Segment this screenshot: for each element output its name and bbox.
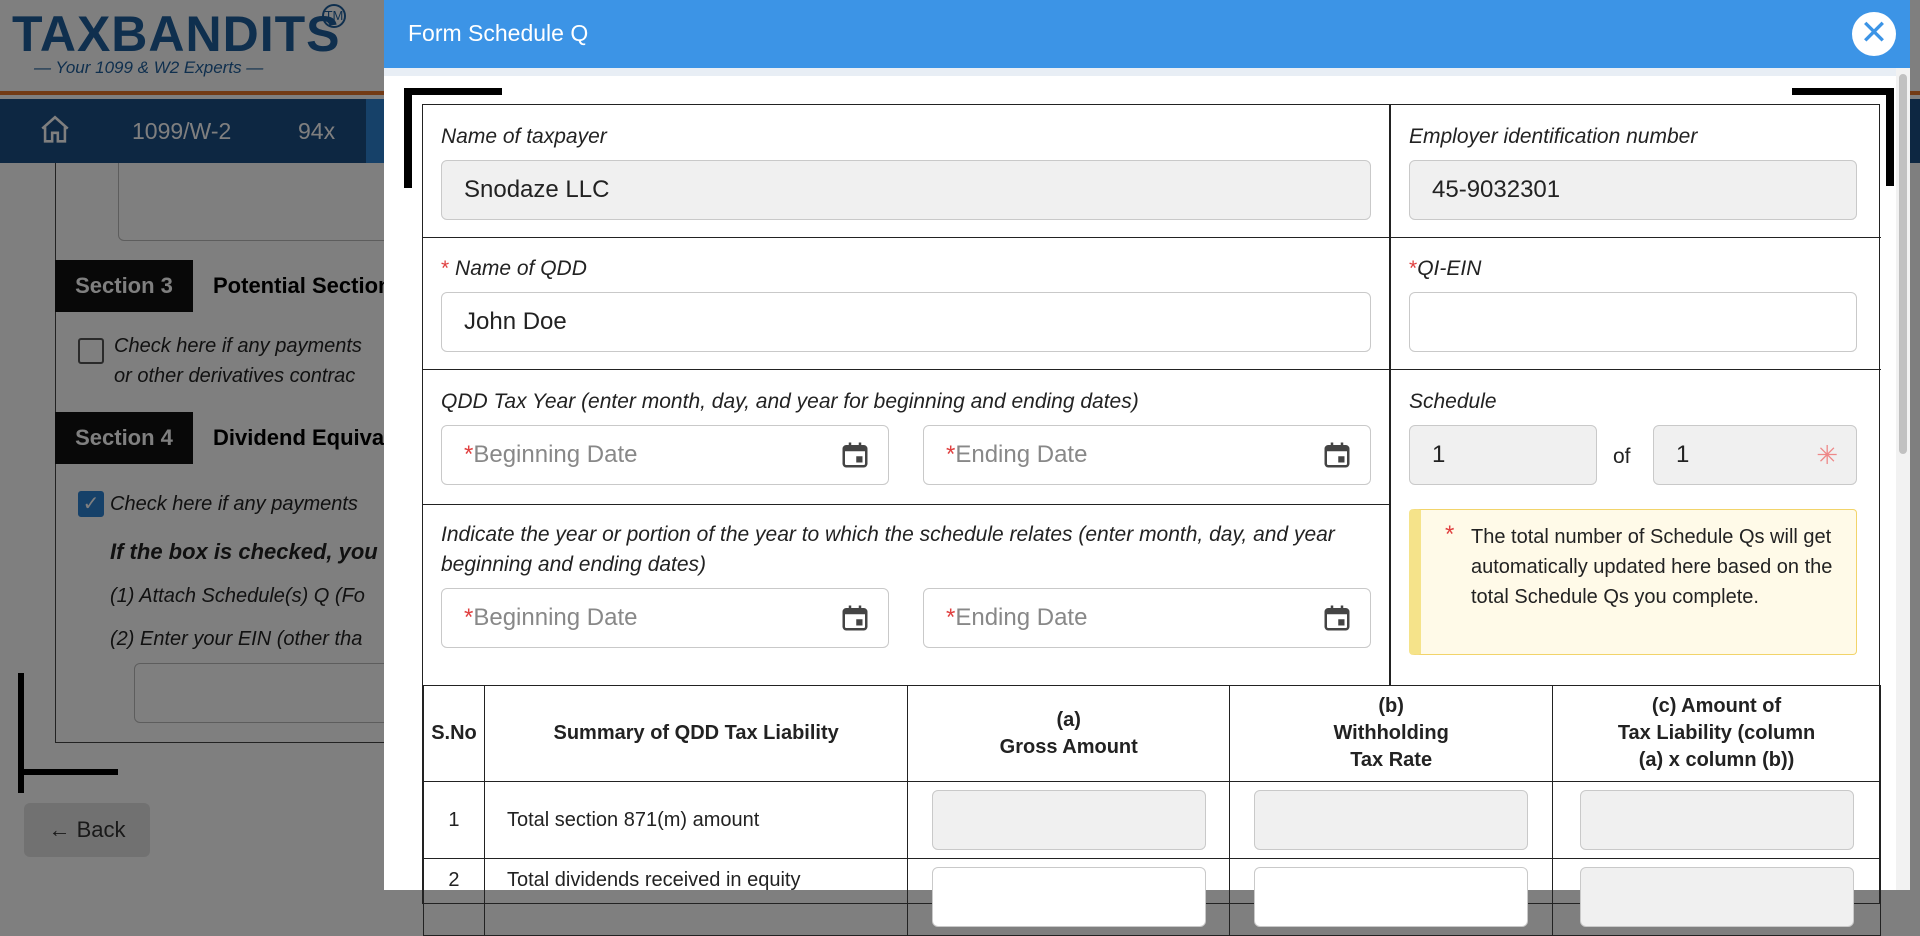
qi-ein-field[interactable] [1409, 292, 1857, 352]
col-header-sno: S.No [423, 685, 485, 782]
calendar-icon[interactable] [840, 603, 870, 633]
tax-liability-table: S.No Summary of QDD Tax Liability (a) Gro… [423, 685, 1881, 936]
calendar-icon[interactable] [840, 440, 870, 470]
row-divider-3 [423, 504, 1389, 505]
tax-year-label: QDD Tax Year (enter month, day, and year… [441, 390, 1139, 413]
required-marker: * [1409, 257, 1418, 280]
schedule-note-container: * The total number of Schedule Qs will g… [1409, 509, 1857, 655]
modal-subheader [384, 68, 1910, 76]
table-row: 1 Total section 871(m) amount [423, 781, 1881, 859]
portion-begin-placeholder: Beginning Date [473, 604, 638, 631]
frame-corner-top-right-h [1792, 88, 1894, 95]
required-marker: * [946, 604, 956, 631]
required-marker: * [1445, 521, 1455, 548]
schedule-q-form: Name of taxpayer Snodaze LLC Employer id… [422, 104, 1881, 936]
col-header-c: (c) Amount of Tax Liability (column (a) x … [1552, 685, 1881, 782]
withholding-rate-input[interactable] [1254, 790, 1529, 850]
qdd-name-label: * Name of QDD [441, 257, 587, 281]
form-divider [1389, 105, 1391, 685]
col-b-line3: Tax Rate [1350, 749, 1433, 771]
qi-ein-label-text: QI-EIN [1417, 257, 1482, 280]
row-divider-1 [423, 237, 1881, 238]
modal-header: Form Schedule Q ✕ [384, 0, 1910, 68]
end-date-placeholder: Ending Date [955, 441, 1088, 468]
schedule-total-value: 1 [1676, 441, 1690, 468]
col-header-b: (b) Withholding Tax Rate [1229, 685, 1554, 782]
qdd-name-label-text: Name of QDD [449, 257, 587, 280]
row-cell-c [1552, 858, 1881, 936]
modal-title: Form Schedule Q [408, 20, 589, 46]
tax-year-end-date[interactable]: *Ending Date [923, 425, 1371, 485]
scrollbar-thumb[interactable] [1899, 74, 1907, 454]
schedule-note-text: The total number of Schedule Qs will get… [1471, 526, 1833, 608]
col-c-line1: (c) Amount of [1651, 695, 1782, 717]
qdd-name-field[interactable]: John Doe [441, 292, 1371, 352]
row-sno: 1 [423, 781, 485, 859]
tax-year-begin-date[interactable]: *Beginning Date [441, 425, 889, 485]
schedule-current-field[interactable]: 1 [1409, 425, 1597, 485]
schedule-of-label: of [1613, 445, 1631, 468]
taxpayer-name-field[interactable]: Snodaze LLC [441, 160, 1371, 220]
tax-liability-input[interactable] [1579, 867, 1854, 927]
portion-end-date[interactable]: *Ending Date [923, 588, 1371, 648]
row-cell-c [1552, 781, 1881, 859]
portion-year-label-1: Indicate the year or portion of the year… [441, 523, 1335, 546]
row-sno: 2 [423, 858, 485, 936]
required-marker: * [464, 441, 474, 468]
gross-amount-input[interactable] [931, 867, 1206, 927]
required-marker: * [464, 604, 474, 631]
asterisk-icon: ✳ [1816, 440, 1838, 470]
calendar-icon[interactable] [1322, 603, 1352, 633]
portion-begin-date[interactable]: *Beginning Date [441, 588, 889, 648]
row-cell-a [907, 858, 1231, 936]
schedule-label: Schedule [1409, 390, 1497, 413]
row-cell-b [1229, 858, 1554, 936]
qi-ein-label: *QI-EIN [1409, 257, 1481, 281]
table-header-row: S.No Summary of QDD Tax Liability (a) Gro… [423, 685, 1881, 782]
portion-end-placeholder: Ending Date [955, 604, 1088, 631]
ein-label: Employer identification number [1409, 125, 1698, 148]
close-icon[interactable]: ✕ [1852, 12, 1896, 56]
col-c-line3: (a) x column (b)) [1638, 749, 1795, 771]
begin-date-placeholder: Beginning Date [473, 441, 638, 468]
row-desc: Total section 871(m) amount [483, 781, 909, 859]
schedule-total-field[interactable]: 1 ✳ [1653, 425, 1857, 485]
row-cell-a [907, 781, 1231, 859]
schedule-q-modal: Form Schedule Q ✕ Name of taxpayer Snoda… [384, 0, 1910, 936]
col-header-summary: Summary of QDD Tax Liability [483, 685, 909, 782]
taxpayer-label: Name of taxpayer [441, 125, 607, 148]
col-b-line2: Withholding [1333, 722, 1449, 744]
table-row: 2 Total dividends received in equity [423, 858, 1881, 936]
row-divider-2 [423, 369, 1881, 370]
col-b-line1: (b) [1378, 695, 1404, 717]
gross-amount-input[interactable] [931, 790, 1206, 850]
frame-corner-top-left-h [404, 88, 502, 95]
row-desc: Total dividends received in equity [483, 858, 909, 936]
required-marker: * [946, 441, 956, 468]
schedule-note: * The total number of Schedule Qs will g… [1409, 509, 1857, 655]
frame-corner-top-left-v [404, 88, 412, 188]
col-a-line2: Gross Amount [999, 735, 1138, 758]
frame-corner-top-right-v [1886, 88, 1894, 186]
withholding-rate-input[interactable] [1254, 867, 1529, 927]
portion-year-label-2: beginning and ending dates) [441, 553, 707, 576]
col-a-line1: (a) [1056, 708, 1081, 731]
col-header-a: (a) Gross Amount [907, 685, 1231, 782]
col-c-line2: Tax Liability (column [1617, 722, 1816, 744]
required-marker: * [441, 257, 450, 280]
tax-liability-input[interactable] [1579, 790, 1854, 850]
ein-field[interactable]: 45-9032301 [1409, 160, 1857, 220]
modal-scrollbar[interactable] [1896, 68, 1910, 890]
calendar-icon[interactable] [1322, 440, 1352, 470]
row-cell-b [1229, 781, 1554, 859]
